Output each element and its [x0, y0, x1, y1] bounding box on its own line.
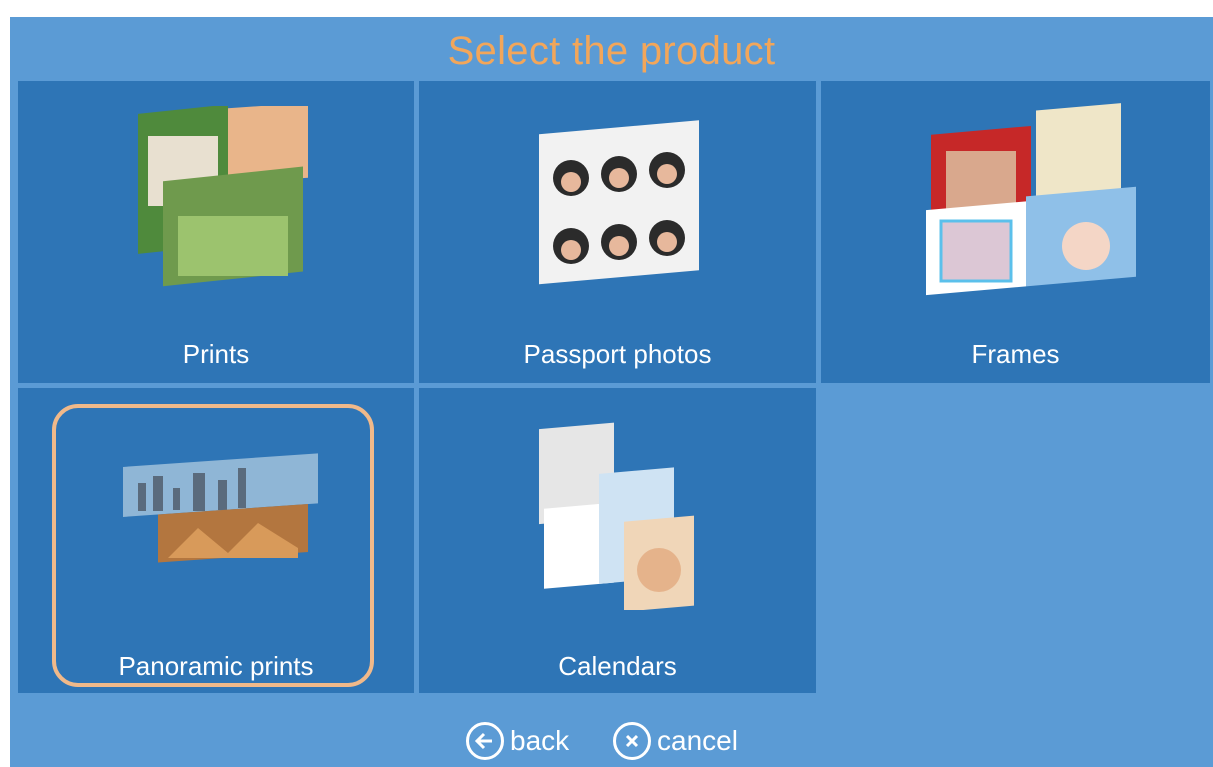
tile-frames[interactable]: Frames [821, 81, 1210, 383]
frames-thumbnail-icon [926, 103, 1136, 296]
tile-label: Calendars [558, 651, 677, 681]
calendars-thumbnail-icon [539, 422, 694, 610]
tile-passport-photos[interactable]: Passport photos [419, 81, 816, 383]
cancel-button[interactable]: cancel [613, 717, 738, 765]
tile-label: Passport photos [523, 339, 712, 369]
tile-prints[interactable]: Prints [18, 81, 414, 383]
selection-highlight [52, 404, 374, 687]
tile-calendars[interactable]: Calendars [419, 388, 816, 693]
arrow-left-icon [466, 722, 504, 760]
cancel-label: cancel [657, 725, 738, 756]
back-label: back [510, 725, 570, 756]
close-icon [613, 722, 651, 760]
back-button[interactable]: back [466, 717, 569, 765]
passport-photos-thumbnail-icon [539, 120, 699, 285]
page-title: Select the product [447, 29, 776, 73]
tile-label: Frames [971, 339, 1060, 369]
tile-label: Prints [182, 339, 250, 369]
prints-thumbnail-icon [138, 106, 308, 287]
